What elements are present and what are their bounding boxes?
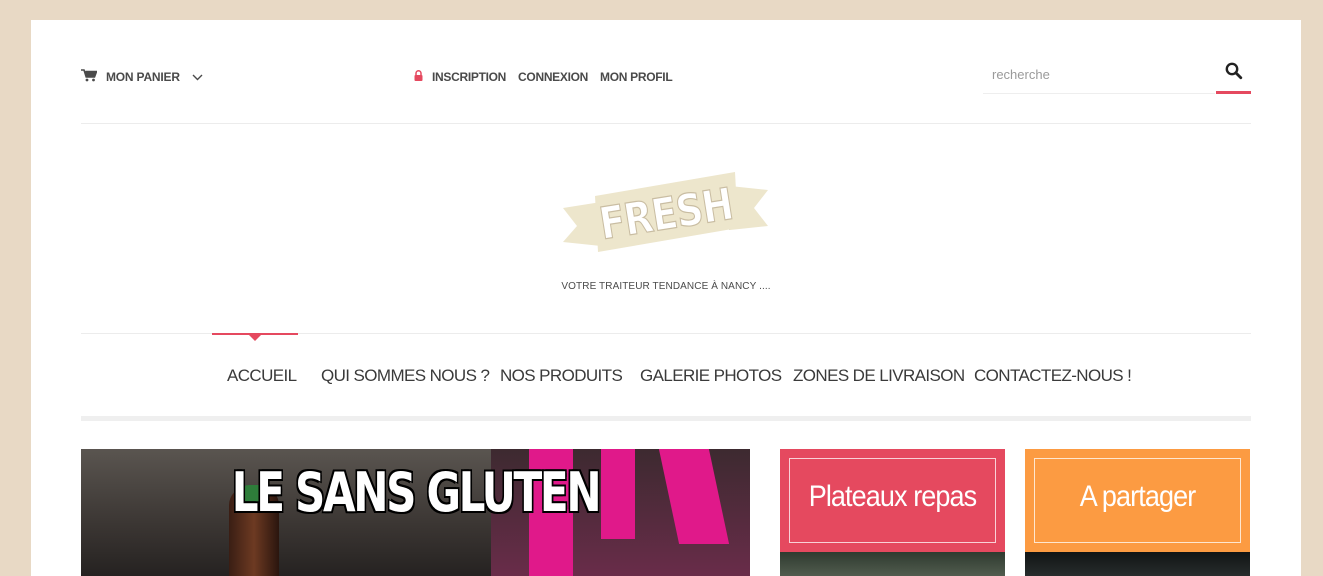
main-navigation: ACCUEIL QUI SOMMES NOUS ? NOS PRODUITS G… xyxy=(81,333,1251,421)
cart-icon xyxy=(81,69,106,85)
search-box xyxy=(983,56,1251,95)
nav-item-qui-sommes-nous[interactable]: QUI SOMMES NOUS ? xyxy=(321,366,490,386)
signup-link[interactable]: INSCRIPTION xyxy=(432,70,506,84)
hero-title: LE SANS GLUTEN xyxy=(231,461,602,524)
tile-label: A partager xyxy=(1079,480,1196,513)
cart-dropdown[interactable]: MON PANIER xyxy=(81,69,212,85)
tile-photo xyxy=(780,552,1005,576)
hero-slide[interactable]: LE SANS GLUTEN xyxy=(81,449,750,576)
lock-icon xyxy=(414,70,423,84)
search-input[interactable] xyxy=(983,56,1215,94)
nav-item-contactez-nous[interactable]: CONTACTEZ-NOUS ! xyxy=(974,366,1132,386)
tile-label: Plateaux repas xyxy=(808,480,977,513)
site-tagline: VOTRE TRAITEUR TENDANCE À NANCY .... xyxy=(561,281,771,292)
category-tile-a-partager[interactable]: A partager xyxy=(1025,449,1250,576)
category-tile-plateaux-repas[interactable]: Plateaux repas xyxy=(780,449,1005,576)
search-button[interactable] xyxy=(1216,56,1251,94)
tile-photo xyxy=(1025,552,1250,576)
login-link[interactable]: CONNEXION xyxy=(518,70,588,84)
nav-item-zones-de-livraison[interactable]: ZONES DE LIVRAISON xyxy=(793,366,965,386)
chevron-down-icon xyxy=(192,70,212,84)
nav-item-nos-produits[interactable]: NOS PRODUITS xyxy=(500,366,623,386)
site-logo[interactable]: FRESH xyxy=(563,168,768,260)
top-bar: MON PANIER INSCRIPTION CONNEXION MON PRO… xyxy=(81,20,1251,124)
nav-item-accueil[interactable]: ACCUEIL xyxy=(227,366,297,386)
cart-label: MON PANIER xyxy=(106,70,180,84)
profile-link[interactable]: MON PROFIL xyxy=(600,70,673,84)
logo-text: FRESH xyxy=(596,178,736,250)
search-icon xyxy=(1225,62,1243,91)
nav-item-galerie-photos[interactable]: GALERIE PHOTOS xyxy=(640,366,782,386)
page-container: MON PANIER INSCRIPTION CONNEXION MON PRO… xyxy=(31,20,1301,576)
account-links: INSCRIPTION CONNEXION MON PROFIL xyxy=(414,70,684,84)
